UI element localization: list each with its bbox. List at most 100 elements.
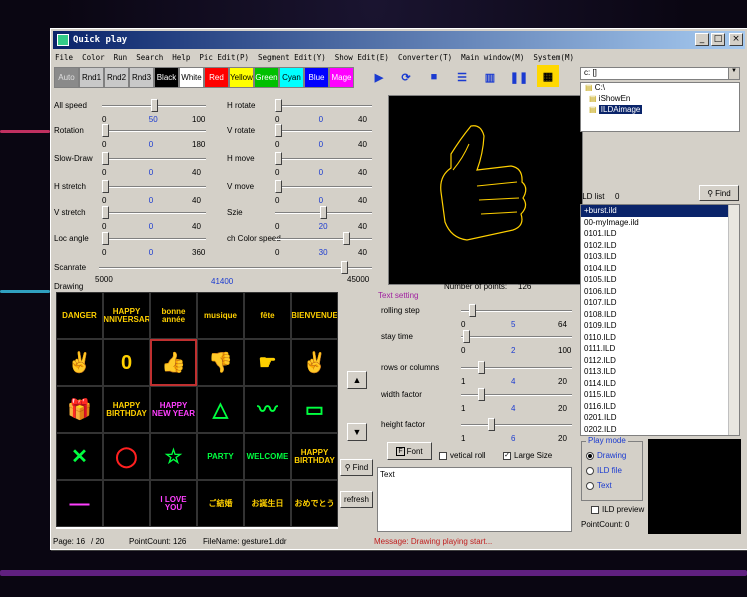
thumbnail-cell[interactable]: 0 <box>103 339 150 386</box>
ild-file-list[interactable]: +burst.ild 00-myImage.ild 0101.ILD 0102.ILD… <box>580 204 740 436</box>
thumbnail-cell[interactable]: HAPPY BIRTHDAY <box>103 386 150 433</box>
ild-list-item[interactable]: 0113.ILD <box>581 366 739 378</box>
ild-list-item[interactable]: 0109.ILD <box>581 320 739 332</box>
thumbnail-cell[interactable]: ☛ <box>244 339 291 386</box>
refresh-button[interactable]: refresh <box>340 491 373 508</box>
color-swatch-rnd3[interactable]: Rnd3 <box>129 67 154 88</box>
text-input[interactable]: Text <box>377 467 572 532</box>
h-rotate-slider-thumb[interactable] <box>275 99 282 112</box>
ild-list-item[interactable]: 0105.ILD <box>581 274 739 286</box>
v-rotate-slider-thumb[interactable] <box>275 124 282 137</box>
drive-select[interactable]: c: [] ▼ <box>580 67 740 80</box>
ild-list-item[interactable]: 0110.ILD <box>581 332 739 344</box>
ild-list-item[interactable]: 0111.ILD <box>581 343 739 355</box>
ch-color-speed-slider-track[interactable] <box>275 238 372 240</box>
thumbnail-cell[interactable]: おめでとう <box>291 480 338 527</box>
thumbnail-cell[interactable]: ✌ <box>291 339 338 386</box>
rolling-step-slider-thumb[interactable] <box>469 304 477 317</box>
h-rotate-slider-track[interactable] <box>275 105 372 107</box>
scanrate-slider-thumb[interactable] <box>341 261 349 274</box>
ch-color-speed-slider-thumb[interactable] <box>342 232 350 245</box>
thumbnail-cell[interactable]: — <box>56 480 103 527</box>
color-swatch-blue[interactable]: Blue <box>304 67 329 88</box>
stay-time-slider-track[interactable] <box>461 336 572 338</box>
h-stretch-slider-thumb[interactable] <box>102 180 109 193</box>
menu-show-edit[interactable]: Show Edit(E) <box>335 53 389 62</box>
v-move-slider-thumb[interactable] <box>275 180 282 193</box>
thumbnail-cell[interactable]: BIENVENUE <box>291 292 338 339</box>
size-slider-thumb[interactable] <box>320 206 327 219</box>
color-swatch-white[interactable]: White <box>179 67 204 88</box>
thumbnail-cell[interactable]: 〰 <box>244 386 291 433</box>
v-rotate-slider-track[interactable] <box>275 130 372 132</box>
thumbnail-cell[interactable]: fête <box>244 292 291 339</box>
pause-icon[interactable]: ❚❚ <box>510 69 528 85</box>
v-move-slider-track[interactable] <box>275 186 372 188</box>
ild-list-item[interactable]: 00-myImage.ild <box>581 217 739 229</box>
menu-system[interactable]: System(M) <box>533 53 574 62</box>
color-swatch-cyan[interactable]: Cyan <box>279 67 304 88</box>
scroll-up-button[interactable]: ▲ <box>347 371 367 389</box>
thumbnail-cell[interactable]: ◯ <box>103 433 150 480</box>
stop-icon[interactable]: ■ <box>426 69 442 85</box>
menu-main-window[interactable]: Main window(M) <box>461 53 524 62</box>
chevron-down-icon[interactable]: ▼ <box>728 68 739 79</box>
menu-file[interactable]: File <box>55 53 73 62</box>
thumbnail-cell[interactable]: HAPPY NEW YEAR <box>150 386 197 433</box>
thumbnail-cell[interactable] <box>103 480 150 527</box>
thumbnail-cell[interactable]: △ <box>197 386 244 433</box>
h-stretch-slider-track[interactable] <box>102 186 206 188</box>
thumbnail-cell[interactable]: ご結婚 <box>197 480 244 527</box>
tree-item-ildaimage[interactable]: ▤ ILDAimage <box>581 105 739 116</box>
ild-list-item[interactable]: 0101.ILD <box>581 228 739 240</box>
ild-list-item[interactable]: 0202.ILD <box>581 424 739 436</box>
list-icon[interactable]: ☰ <box>454 69 470 85</box>
thumbnail-cell[interactable]: WELCOME <box>244 433 291 480</box>
ild-preview-checkbox[interactable]: ILD preview <box>591 505 644 514</box>
thumbnail-cell[interactable]: HAPPY ANNIVERSARY <box>103 292 150 339</box>
font-button[interactable]: F Font <box>387 442 432 460</box>
rotation-slider-track[interactable] <box>102 130 206 132</box>
vertical-roll-checkbox[interactable]: vetical roll <box>439 451 486 460</box>
thumbnail-cell[interactable]: 👎 <box>197 339 244 386</box>
thumbnail-cell[interactable]: ✌ <box>56 339 103 386</box>
stay-time-slider-thumb[interactable] <box>463 330 471 343</box>
rolling-step-slider-track[interactable] <box>461 310 572 312</box>
color-swatch-rnd1[interactable]: Rnd1 <box>79 67 104 88</box>
v-stretch-slider-track[interactable] <box>102 212 206 214</box>
list-scrollbar[interactable] <box>728 205 739 435</box>
thumbnail-cell[interactable]: musique <box>197 292 244 339</box>
ild-list-item[interactable]: 0103.ILD <box>581 251 739 263</box>
thumbnail-cell[interactable]: お誕生日 <box>244 480 291 527</box>
thumbnail-cell[interactable]: 🎁 <box>56 386 103 433</box>
menu-search[interactable]: Search <box>136 53 163 62</box>
height-factor-slider-track[interactable] <box>461 424 572 426</box>
ild-list-item[interactable]: 0108.ILD <box>581 309 739 321</box>
all-speed-slider-thumb[interactable] <box>150 99 158 112</box>
ild-list-item[interactable]: 0114.ILD <box>581 378 739 390</box>
color-swatch-auto[interactable]: Auto <box>54 67 79 88</box>
color-swatch-black[interactable]: Black <box>154 67 179 88</box>
menu-converter[interactable]: Converter(T) <box>398 53 452 62</box>
ild-list-item[interactable]: +burst.ild <box>581 205 739 217</box>
thumbnail-cell[interactable]: ▭ <box>291 386 338 433</box>
large-size-checkbox[interactable]: ✓ Large Size <box>503 451 552 460</box>
menu-run[interactable]: Run <box>114 53 128 62</box>
play-icon[interactable]: ▶ <box>371 69 387 85</box>
rows-slider-thumb[interactable] <box>477 361 485 374</box>
color-swatch-rnd2[interactable]: Rnd2 <box>104 67 129 88</box>
thumbnail-cell[interactable]: ✕ <box>56 433 103 480</box>
radio-text[interactable]: Text <box>582 478 642 493</box>
thumbnail-cell[interactable]: ☆ <box>150 433 197 480</box>
menu-pic-edit[interactable]: Pic Edit(P) <box>199 53 249 62</box>
h-move-slider-thumb[interactable] <box>275 152 282 165</box>
color-swatch-mage[interactable]: Mage <box>329 67 354 88</box>
loc-angle-slider-track[interactable] <box>102 238 206 240</box>
rotation-slider-thumb[interactable] <box>102 124 109 137</box>
ild-list-item[interactable]: 0107.ILD <box>581 297 739 309</box>
h-move-slider-track[interactable] <box>275 158 372 160</box>
thumbnail-cell[interactable]: PARTY <box>197 433 244 480</box>
thumbnail-cell[interactable]: HAPPY BIRTHDAY <box>291 433 338 480</box>
slow-draw-slider-track[interactable] <box>102 158 206 160</box>
height-factor-slider-thumb[interactable] <box>488 418 496 431</box>
